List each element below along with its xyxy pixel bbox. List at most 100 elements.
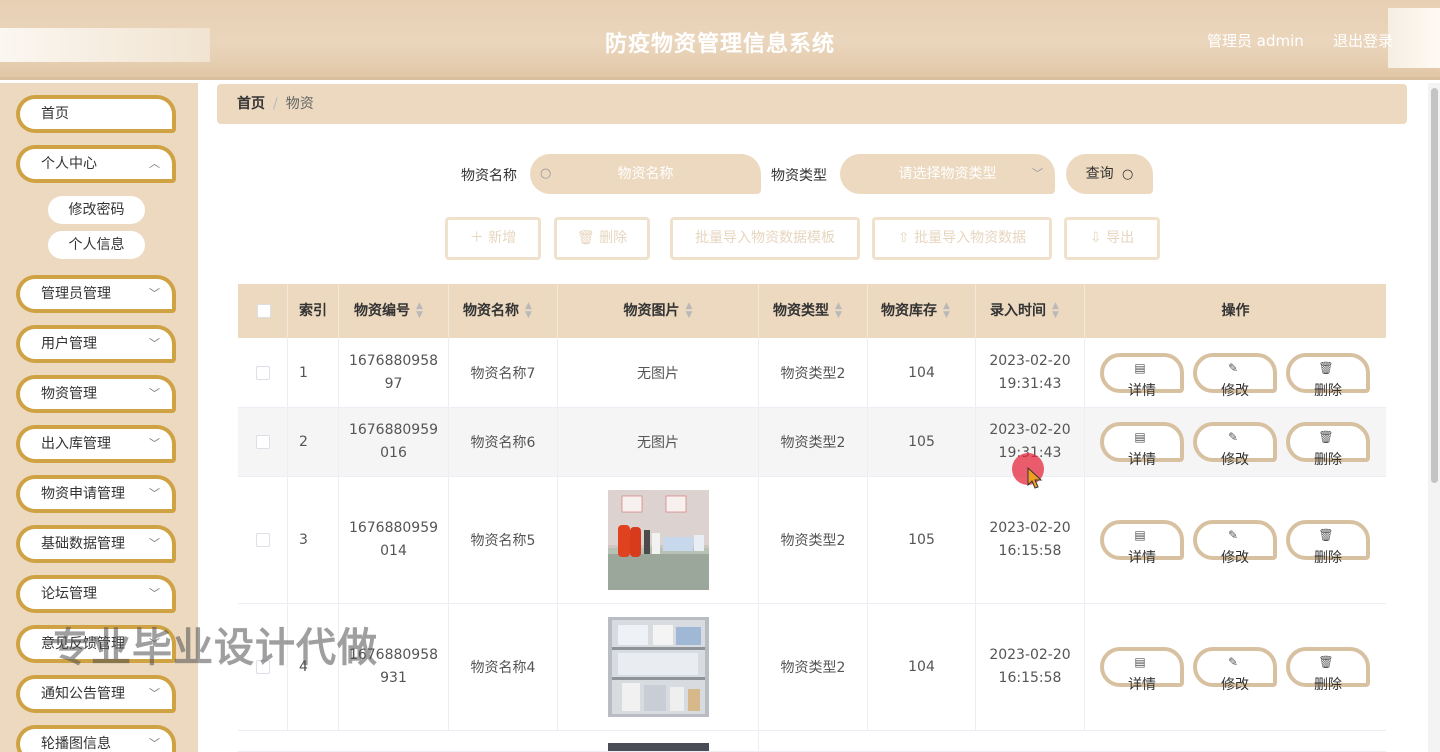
breadcrumb-home[interactable]: 首页 — [237, 96, 265, 112]
delete-button[interactable]: 🗑 删除 — [1286, 520, 1370, 566]
actions-cell: ▤ 详情 ✎ 修改 🗑 删除 — [1085, 338, 1386, 407]
query-button[interactable]: 查询 ○ — [1066, 154, 1153, 194]
col-image-label: 物资图片 — [623, 303, 680, 319]
date-text: 2023-02-20 — [989, 422, 1071, 438]
edit-label: 修改 — [1221, 677, 1249, 693]
col-time[interactable]: 录入时间 ▲ ▼ — [976, 284, 1085, 338]
submenu-change-password[interactable]: 修改密码 — [48, 196, 145, 224]
code-part: 1676880959 — [348, 422, 439, 438]
delete-button[interactable]: 🗑 删除 — [1286, 647, 1370, 693]
detail-button[interactable]: ▤ 详情 — [1100, 353, 1184, 399]
time-cell: 2023-02-20 16:15:58 — [976, 477, 1085, 603]
search-icon: ○ — [540, 166, 552, 181]
type-cell: 物资类型2 — [759, 604, 868, 730]
batch-delete-button[interactable]: 🗑 删除 — [554, 217, 650, 260]
sort-icon[interactable]: ▲ ▼ — [525, 302, 532, 320]
logout-link[interactable]: 退出登录 — [1333, 30, 1393, 51]
sidebar-item-label: 论坛管理 — [41, 586, 97, 602]
code-cell: 1676880958 97 — [339, 338, 449, 407]
sort-icon[interactable]: ▲ ▼ — [943, 302, 950, 320]
material-photo[interactable] — [607, 617, 709, 717]
row-select-cell — [238, 477, 288, 603]
col-code[interactable]: 物资编号 ▲ ▼ — [339, 284, 449, 338]
sidebar-item-material-mgmt[interactable]: 物资管理 ﹀ — [16, 375, 176, 413]
sort-icon[interactable]: ▲ ▼ — [416, 302, 423, 320]
document-icon: ▤ — [1134, 361, 1146, 375]
detail-button[interactable]: ▤ 详情 — [1100, 520, 1184, 566]
delete-button[interactable]: 🗑 删除 — [1286, 422, 1370, 468]
code-part: 1676880958 — [348, 352, 439, 369]
submenu-personal-info[interactable]: 个人信息 — [48, 231, 145, 259]
col-type-label: 物资类型 — [773, 303, 829, 319]
chevron-down-icon: ﹀ — [149, 337, 160, 350]
chevron-down-icon: ﹀ — [149, 487, 160, 500]
type-select-placeholder: 请选择物资类型 — [898, 166, 997, 182]
sidebar-item-inout-mgmt[interactable]: 出入库管理 ﹀ — [16, 425, 176, 463]
detail-button[interactable]: ▤ 详情 — [1100, 647, 1184, 693]
search-icon: ○ — [1122, 167, 1134, 182]
sidebar-item-home[interactable]: 首页 — [16, 95, 176, 133]
sidebar-item-personal-center[interactable]: 个人中心 ︿ — [16, 145, 176, 183]
sidebar-item-admin-mgmt[interactable]: 管理员管理 ﹀ — [16, 275, 176, 313]
edit-label: 修改 — [1221, 383, 1249, 399]
edit-button[interactable]: ✎ 修改 — [1193, 647, 1277, 693]
sidebar-item-notice-mgmt[interactable]: 通知公告管理 ﹀ — [16, 675, 176, 713]
download-icon: ⇩ — [1089, 230, 1107, 246]
stock-cell: 105 — [868, 477, 976, 603]
col-image[interactable]: 物资图片 ▲ ▼ — [558, 284, 759, 338]
row-checkbox[interactable] — [255, 533, 270, 547]
mouse-cursor-icon — [1027, 466, 1043, 489]
name-search-input[interactable]: ○ 物资名称 — [530, 154, 761, 194]
edit-button[interactable]: ✎ 修改 — [1193, 520, 1277, 566]
col-stock[interactable]: 物资库存 ▲ ▼ — [868, 284, 976, 338]
sidebar-item-label: 首页 — [41, 106, 69, 122]
sort-icon[interactable]: ▲ ▼ — [1052, 302, 1059, 320]
col-stock-label: 物资库存 — [881, 303, 937, 319]
import-template-button[interactable]: 批量导入物资数据模板 — [670, 217, 860, 260]
sidebar-item-carousel-info[interactable]: 轮播图信息 ﹀ — [16, 725, 176, 752]
edit-button[interactable]: ✎ 修改 — [1193, 422, 1277, 468]
import-data-button[interactable]: ⇧ 批量导入物资数据 — [872, 217, 1052, 260]
table-row: 4 1676880958 931 物资名称4 物资类型2 104 2023-02-… — [238, 604, 1386, 731]
import-template-label: 批量导入物资数据模板 — [695, 230, 835, 246]
sort-icon[interactable]: ▲ ▼ — [686, 302, 693, 320]
type-select[interactable]: 请选择物资类型 ﹀ — [840, 154, 1055, 194]
select-all-checkbox[interactable] — [257, 304, 271, 318]
chevron-down-icon: ﹀ — [149, 587, 160, 600]
name-cell: 物资名称6 — [449, 408, 558, 476]
edit-icon: ✎ — [1227, 430, 1239, 444]
top-header: 防疫物资管理信息系统 管理员 admin 退出登录 — [0, 0, 1440, 80]
sidebar-item-label: 用户管理 — [41, 336, 97, 352]
chevron-down-icon: ﹀ — [149, 687, 160, 700]
type-cell: 物资类型2 — [759, 408, 868, 476]
type-cell: 物资类型2 — [759, 338, 868, 407]
sort-icon[interactable]: ▲ ▼ — [835, 302, 842, 320]
chevron-down-icon: ﹀ — [149, 387, 160, 400]
row-checkbox[interactable] — [255, 365, 270, 380]
stock-cell: 104 — [868, 338, 976, 407]
sidebar-item-forum-mgmt[interactable]: 论坛管理 ﹀ — [16, 575, 176, 613]
stock-cell: 104 — [868, 604, 976, 730]
sidebar-item-basic-data-mgmt[interactable]: 基础数据管理 ﹀ — [16, 525, 176, 563]
edit-button[interactable]: ✎ 修改 — [1193, 353, 1277, 399]
material-photo[interactable] — [607, 490, 709, 590]
sidebar-item-label: 通知公告管理 — [41, 686, 125, 702]
detail-label: 详情 — [1128, 550, 1156, 566]
col-time-label: 录入时间 — [990, 303, 1046, 319]
export-button[interactable]: ⇩ 导出 — [1064, 217, 1160, 260]
delete-button[interactable]: 🗑 删除 — [1286, 353, 1370, 399]
col-name[interactable]: 物资名称 ▲ ▼ — [449, 284, 558, 338]
stock-cell: 105 — [868, 408, 976, 476]
col-type[interactable]: 物资类型 ▲ ▼ — [759, 284, 868, 338]
image-cell — [558, 731, 759, 751]
sidebar-item-user-mgmt[interactable]: 用户管理 ﹀ — [16, 325, 176, 363]
import-data-label: 批量导入物资数据 — [914, 230, 1027, 246]
time-text: 19:31:43 — [998, 375, 1062, 392]
row-checkbox[interactable] — [255, 435, 270, 449]
sidebar-item-apply-mgmt[interactable]: 物资申请管理 ﹀ — [16, 475, 176, 513]
scrollbar-thumb[interactable] — [1431, 88, 1438, 483]
add-button[interactable]: ＋ 新增 — [445, 217, 541, 260]
detail-button[interactable]: ▤ 详情 — [1100, 422, 1184, 468]
material-photo[interactable] — [607, 743, 709, 751]
trash-icon: 🗑 — [1318, 528, 1334, 542]
